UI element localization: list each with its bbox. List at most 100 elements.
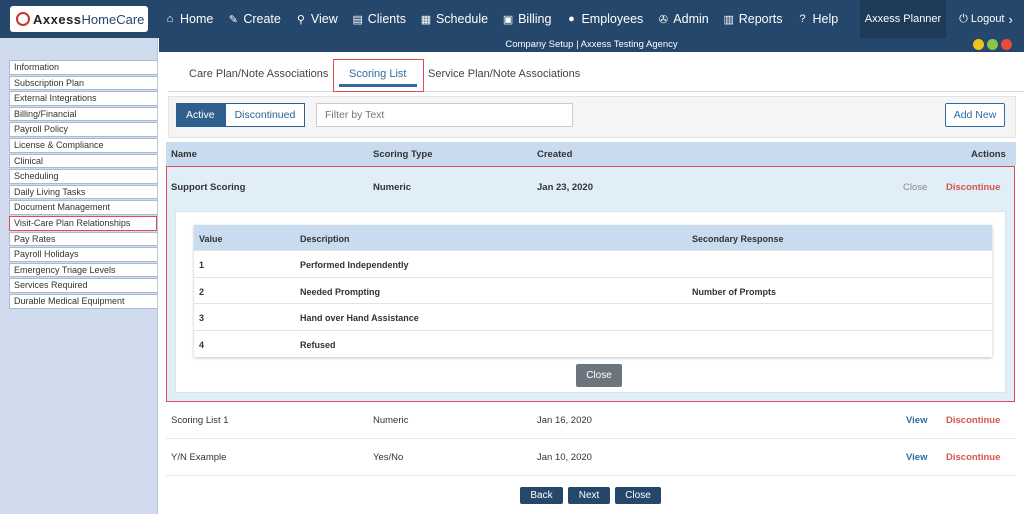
row-name: Y/N Example (171, 452, 227, 463)
nav-home[interactable]: ⌂ Home (164, 12, 214, 26)
nav-create-label: Create (243, 12, 281, 26)
sidebar-item-emergency-triage-levels[interactable]: Emergency Triage Levels (9, 262, 157, 278)
nav-help[interactable]: ? Help (797, 12, 839, 26)
tab-service-plan-note-associations[interactable]: Service Plan/Note Associations (428, 68, 580, 80)
row-discontinue-link[interactable]: Discontinue (946, 182, 1000, 193)
close-detail-button[interactable]: Close (576, 364, 622, 387)
row-discontinue-link[interactable]: Discontinue (946, 452, 1000, 463)
nav-clients[interactable]: ▤ Clients (352, 12, 406, 26)
sidebar-menu: Information Subscription Plan External I… (9, 60, 157, 310)
scoring-values-table: Value Description Secondary Response 1 P… (194, 225, 992, 357)
nav-billing[interactable]: ▣ Billing (502, 12, 552, 26)
nav-home-label: Home (180, 12, 214, 26)
header-created: Created (537, 149, 573, 160)
close-button[interactable]: Close (615, 487, 661, 504)
page-title-bar: Company Setup | Axxess Testing Agency (159, 38, 1024, 52)
nav-schedule[interactable]: ▦ Schedule (420, 12, 488, 26)
description-cell: Refused (300, 339, 336, 350)
active-tab-indicator (339, 84, 417, 87)
bar-chart-icon: ▥ (723, 13, 734, 26)
top-navigation-bar: Axxess HomeCare ⌂ Home ✎ Create ⚲ View ▤ Clie… (0, 0, 1024, 38)
discontinued-filter-button[interactable]: Discontinued (224, 103, 306, 127)
row-name: Support Scoring (171, 182, 246, 193)
sidebar-item-durable-medical-equipment[interactable]: Durable Medical Equipment (9, 293, 157, 309)
add-new-button[interactable]: Add New (945, 103, 1005, 127)
table-row[interactable]: Y/N Example Yes/No Jan 10, 2020 View Dis… (166, 439, 1016, 476)
close-window-icon[interactable] (1001, 39, 1012, 50)
filter-by-text-input[interactable] (316, 103, 573, 127)
nav-clients-label: Clients (367, 12, 406, 26)
list-item: 1 Performed Independently (194, 250, 992, 277)
value-cell: 1 (199, 260, 205, 270)
sidebar-item-external-integrations[interactable]: External Integrations (9, 91, 157, 106)
calendar-icon: ▦ (420, 13, 432, 26)
row-close-link[interactable]: Close (903, 182, 927, 193)
wrench-icon: ✇ (658, 13, 668, 26)
list-item: 2 Needed Prompting Number of Prompts (194, 276, 992, 304)
sidebar-item-billing-financial[interactable]: Billing/Financial (9, 106, 157, 122)
sidebar-item-daily-living-tasks[interactable]: Daily Living Tasks (9, 184, 157, 200)
sidebar-item-clinical[interactable]: Clinical (9, 153, 157, 169)
association-tabs: Care Plan/Note Associations Scoring List… (168, 58, 1024, 92)
expanded-scoring-row: Support Scoring Numeric Jan 23, 2020 Clo… (166, 166, 1015, 402)
sidebar-item-information[interactable]: Information (9, 60, 157, 75)
axxess-planner-link[interactable]: Axxess Planner (860, 0, 946, 38)
pencil-icon: ✎ (228, 13, 238, 26)
value-cell: 4 (199, 339, 205, 350)
header-scoring-type: Scoring Type (373, 149, 433, 160)
nav-billing-label: Billing (518, 12, 552, 26)
chevron-right-icon: › (1008, 11, 1013, 27)
question-icon: ? (799, 13, 806, 25)
header-value: Value (199, 234, 223, 244)
axxess-logo-icon (16, 12, 30, 26)
row-view-link[interactable]: View (906, 452, 927, 463)
home-icon: ⌂ (166, 13, 174, 25)
nav-employees-label: Employees (581, 12, 644, 26)
row-view-link[interactable]: View (906, 415, 927, 426)
sidebar-item-scheduling[interactable]: Scheduling (9, 169, 157, 184)
sidebar-item-visit-care-plan-relationships[interactable]: Visit-Care Plan Relationships (9, 215, 157, 231)
nav-view-label: View (310, 12, 338, 26)
sidebar-item-payroll-policy[interactable]: Payroll Policy (9, 122, 157, 137)
sidebar-item-pay-rates[interactable]: Pay Rates (9, 231, 157, 247)
back-button[interactable]: Back (520, 487, 563, 504)
tab-care-plan-note-associations[interactable]: Care Plan/Note Associations (189, 68, 328, 80)
axxess-homecare-logo[interactable]: Axxess HomeCare (10, 6, 148, 32)
power-icon: ⏻ (959, 12, 968, 25)
row-scoring-type: Numeric (373, 415, 409, 426)
description-cell: Performed Independently (300, 260, 409, 270)
description-cell: Hand over Hand Assistance (300, 313, 419, 323)
header-secondary-response: Secondary Response (692, 234, 784, 244)
logo-product-text: HomeCare (81, 11, 145, 27)
row-discontinue-link[interactable]: Discontinue (946, 415, 1000, 426)
description-cell: Needed Prompting (300, 286, 381, 297)
logout-button[interactable]: ⏻ Logout › (948, 0, 1024, 38)
nav-view[interactable]: ⚲ View (295, 12, 338, 26)
scoring-table-header: Name Scoring Type Created Actions (166, 142, 1016, 166)
next-button[interactable]: Next (568, 487, 610, 504)
sidebar-item-payroll-holidays[interactable]: Payroll Holidays (9, 247, 157, 262)
nav-reports-label: Reports (738, 12, 783, 26)
search-icon: ⚲ (296, 13, 305, 26)
sidebar-item-document-management[interactable]: Document Management (9, 200, 157, 215)
sidebar-item-services-required[interactable]: Services Required (9, 278, 157, 293)
row-created: Jan 10, 2020 (537, 452, 592, 463)
nav-reports[interactable]: ▥ Reports (723, 12, 783, 26)
secondary-response-cell: Number of Prompts (692, 286, 777, 297)
minimize-window-icon[interactable] (973, 39, 984, 50)
table-row[interactable]: Support Scoring Numeric Jan 23, 2020 Clo… (167, 167, 1014, 207)
nav-help-label: Help (812, 12, 839, 26)
nav-employees[interactable]: ● Employees (565, 12, 643, 26)
row-created: Jan 23, 2020 (537, 182, 593, 193)
nav-admin[interactable]: ✇ Admin (657, 12, 709, 26)
company-setup-sidebar: Information Subscription Plan External I… (0, 38, 158, 514)
maximize-window-icon[interactable] (987, 39, 998, 50)
sidebar-item-license-compliance[interactable]: License & Compliance (9, 137, 157, 153)
active-filter-button[interactable]: Active (176, 103, 225, 127)
sidebar-item-subscription-plan[interactable]: Subscription Plan (9, 75, 157, 91)
nav-create[interactable]: ✎ Create (227, 12, 281, 26)
header-actions: Actions (971, 149, 1006, 160)
nav-admin-label: Admin (673, 12, 709, 26)
table-row[interactable]: Scoring List 1 Numeric Jan 16, 2020 View… (166, 402, 1016, 439)
value-cell: 3 (199, 313, 205, 323)
